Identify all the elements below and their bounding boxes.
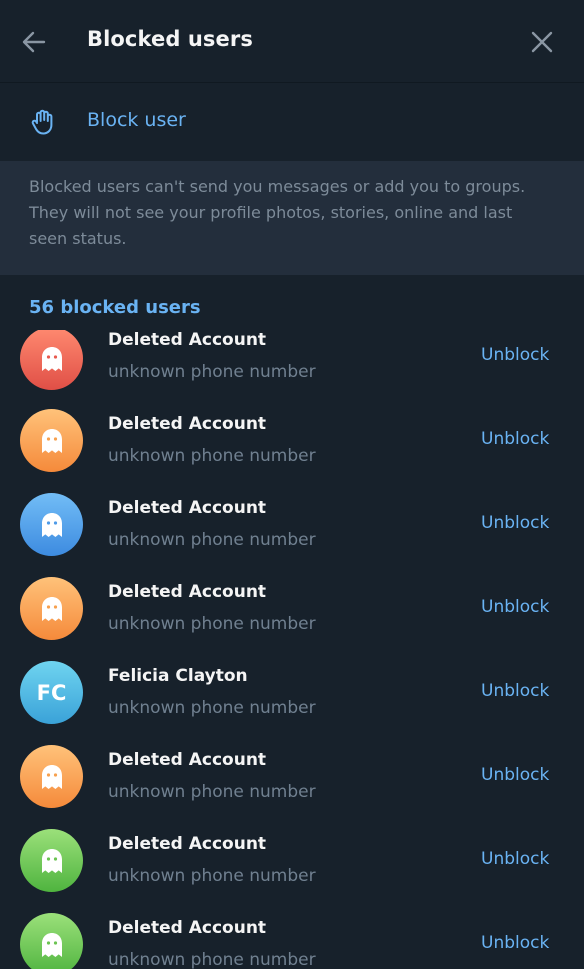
user-name: Deleted Account [108, 834, 267, 854]
page-title: Blocked users [87, 27, 253, 51]
list-item[interactable]: Deleted Account unknown phone number Unb… [0, 409, 584, 498]
avatar [20, 745, 83, 808]
unblock-button[interactable]: Unblock [481, 933, 549, 953]
unblock-button[interactable]: Unblock [481, 513, 549, 533]
hand-icon [31, 109, 53, 135]
unblock-button[interactable]: Unblock [481, 849, 549, 869]
user-name: Deleted Account [108, 582, 267, 602]
avatar [20, 829, 83, 892]
back-button[interactable] [18, 26, 50, 58]
unblock-button[interactable]: Unblock [481, 765, 549, 785]
avatar [20, 577, 83, 640]
unblock-button[interactable]: Unblock [481, 597, 549, 617]
avatar [20, 493, 83, 556]
block-user-button[interactable]: Block user [0, 84, 584, 161]
user-name: Deleted Account [108, 414, 267, 434]
info-box: Blocked users can't send you messages or… [0, 161, 584, 275]
user-name: Deleted Account [108, 918, 267, 938]
user-phone: unknown phone number [108, 446, 316, 466]
ghost-icon [41, 346, 62, 371]
block-user-label: Block user [87, 109, 186, 131]
ghost-icon [41, 512, 62, 537]
list-item[interactable]: Deleted Account unknown phone number Unb… [0, 829, 584, 918]
blocked-users-list: Deleted Account unknown phone number Unb… [0, 330, 584, 969]
user-name: Deleted Account [108, 750, 267, 770]
list-item[interactable]: Deleted Account unknown phone number Unb… [0, 913, 584, 969]
user-name: Deleted Account [108, 330, 267, 350]
close-icon [531, 31, 553, 53]
unblock-button[interactable]: Unblock [481, 345, 549, 365]
user-phone: unknown phone number [108, 698, 316, 718]
ghost-icon [41, 764, 62, 789]
info-text: Blocked users can't send you messages or… [29, 177, 526, 248]
avatar-initials: FC [36, 680, 67, 705]
user-phone: unknown phone number [108, 614, 316, 634]
user-phone: unknown phone number [108, 782, 316, 802]
user-name: Felicia Clayton [108, 666, 248, 686]
dialog-header: Blocked users [0, 0, 584, 83]
list-item[interactable]: Deleted Account unknown phone number Unb… [0, 577, 584, 666]
arrow-left-icon [22, 31, 46, 53]
user-phone: unknown phone number [108, 530, 316, 550]
unblock-button[interactable]: Unblock [481, 681, 549, 701]
unblock-button[interactable]: Unblock [481, 429, 549, 449]
user-name: Deleted Account [108, 498, 267, 518]
user-phone: unknown phone number [108, 866, 316, 886]
ghost-icon [41, 428, 62, 453]
close-button[interactable] [526, 26, 558, 58]
list-item[interactable]: Deleted Account unknown phone number Unb… [0, 493, 584, 582]
user-phone: unknown phone number [108, 362, 316, 382]
avatar [20, 330, 83, 390]
list-item[interactable]: Deleted Account unknown phone number Unb… [0, 330, 584, 414]
blocked-count: 56 blocked users [29, 297, 201, 318]
ghost-icon [41, 848, 62, 873]
avatar [20, 913, 83, 969]
avatar [20, 409, 83, 472]
user-phone: unknown phone number [108, 950, 316, 969]
ghost-icon [41, 596, 62, 621]
avatar: FC [20, 661, 83, 724]
list-item[interactable]: Deleted Account unknown phone number Unb… [0, 745, 584, 834]
ghost-icon [41, 932, 62, 957]
list-item[interactable]: FC Felicia Clayton unknown phone number … [0, 661, 584, 750]
